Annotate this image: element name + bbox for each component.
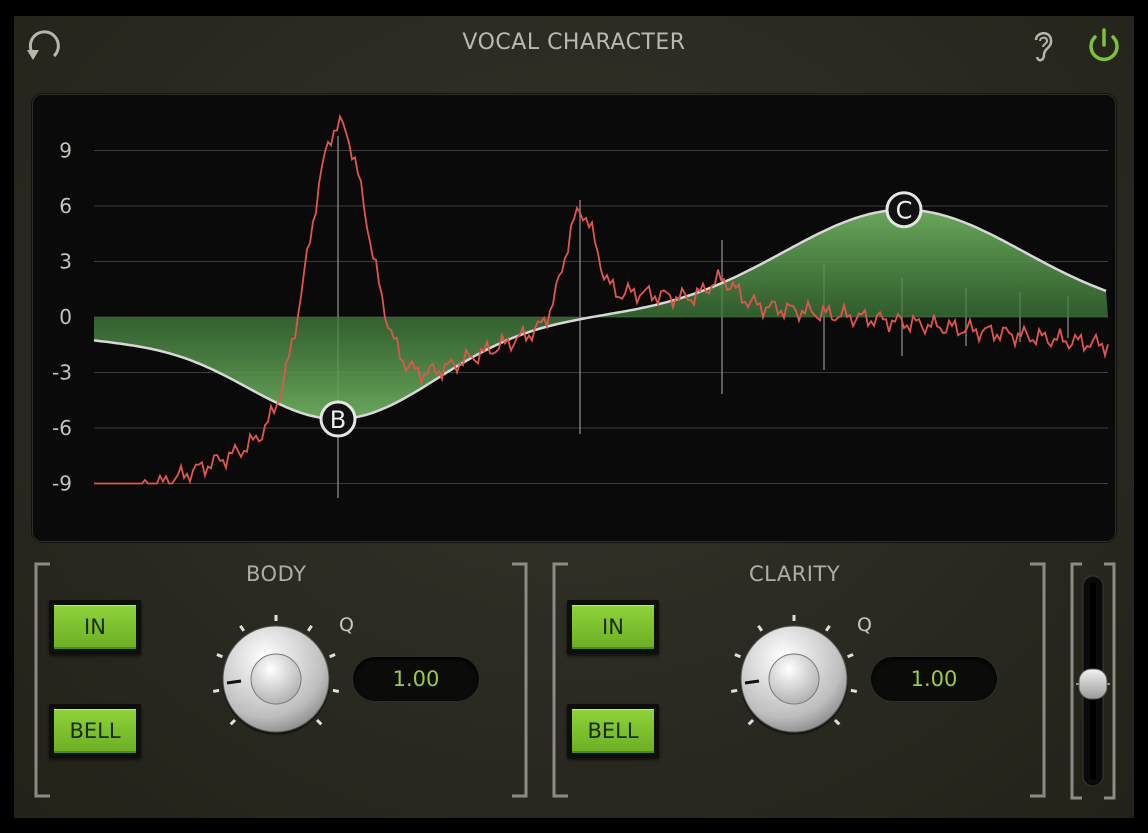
fader-thumb[interactable] <box>1076 668 1110 700</box>
section-bracket-right <box>1030 562 1046 798</box>
body-in-label: IN <box>54 605 136 649</box>
body-bell-button[interactable]: BELL <box>49 704 141 758</box>
eq-graph[interactable]: 9 6 3 0 -3 -6 -9 B C <box>32 94 1116 542</box>
power-icon[interactable] <box>1084 26 1124 66</box>
eq-graph-panel[interactable]: 9 6 3 0 -3 -6 -9 B C <box>32 94 1116 542</box>
clarity-gain-knob[interactable] <box>729 614 859 744</box>
y-tick-label: -9 <box>52 472 72 496</box>
section-bracket-left <box>34 562 50 798</box>
plugin-title: VOCAL CHARACTER <box>462 30 686 55</box>
section-title-clarity: CLARITY <box>749 562 841 586</box>
body-q-label: Q <box>339 614 354 636</box>
clarity-bell-label: BELL <box>572 709 654 753</box>
body-bell-label: BELL <box>54 709 136 753</box>
plugin-window: VOCAL CHARACTER 9 6 3 0 -3 -6 -9 B C BODY IN BEL… <box>14 16 1134 818</box>
section-bracket-left <box>552 562 568 798</box>
clarity-q-value[interactable]: 1.00 <box>871 657 997 701</box>
clarity-q-label: Q <box>857 614 872 636</box>
band-handle-label: B <box>330 406 346 434</box>
y-tick-label: -3 <box>52 361 72 385</box>
band-handle-label: C <box>896 197 913 225</box>
clarity-bell-button[interactable]: BELL <box>567 704 659 758</box>
clarity-in-label: IN <box>572 605 654 649</box>
y-tick-label: 0 <box>59 305 72 329</box>
y-tick-label: -6 <box>52 416 72 440</box>
body-q-value[interactable]: 1.00 <box>353 657 479 701</box>
body-in-button[interactable]: IN <box>49 600 141 654</box>
ear-icon[interactable] <box>1028 26 1058 66</box>
clarity-in-button[interactable]: IN <box>567 600 659 654</box>
band-handle-c[interactable]: C <box>885 191 923 229</box>
output-fader[interactable] <box>1068 562 1118 802</box>
section-title-body: BODY <box>246 562 307 586</box>
band-handle-b[interactable]: B <box>319 400 357 438</box>
y-tick-label: 3 <box>59 250 72 274</box>
y-tick-label: 6 <box>59 194 72 218</box>
section-bracket-right <box>512 562 528 798</box>
y-tick-label: 9 <box>59 139 72 163</box>
body-gain-knob[interactable] <box>211 614 341 744</box>
